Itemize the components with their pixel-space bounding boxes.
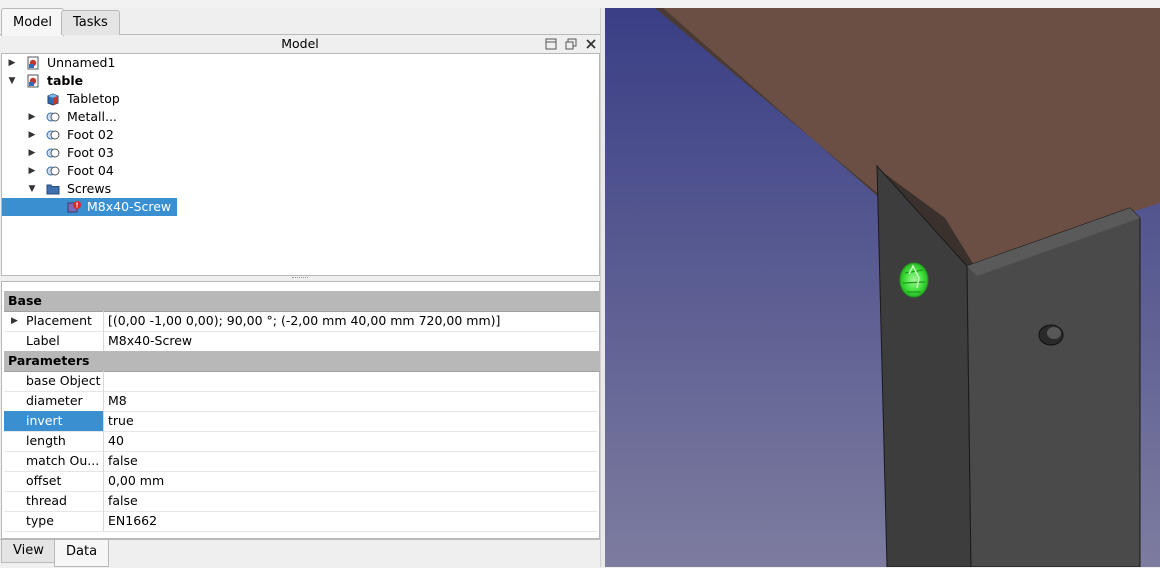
property-name: offset	[4, 471, 104, 491]
property-name-text: Placement	[26, 313, 92, 328]
property-value[interactable]: M8	[105, 391, 595, 411]
property-row[interactable]: length 40	[4, 431, 597, 452]
property-value[interactable]: [(0,00 -1,00 0,00); 90,00 °; (-2,00 mm 4…	[105, 311, 595, 331]
combo-tabs: Model Tasks	[0, 8, 600, 36]
property-name-text: offset	[26, 473, 62, 488]
collapse-icon[interactable]	[544, 37, 558, 51]
property-name-text: Label	[26, 333, 60, 348]
property-name: Label	[4, 331, 104, 351]
tree-item[interactable]: M8x40-Screw	[2, 198, 177, 216]
expand-right-icon[interactable]: ▶	[27, 126, 37, 144]
tree-item-label: Foot 03	[67, 145, 114, 160]
property-name: ▶ Placement	[4, 311, 104, 331]
property-value[interactable]: false	[105, 451, 595, 471]
property-editor[interactable]: Base ▶ Placement [(0,00 -1,00 0,00); 90,00 …	[1, 281, 601, 539]
property-name: length	[4, 431, 104, 451]
tab-view[interactable]: View	[1, 540, 56, 563]
tree-item-label: Metall...	[67, 109, 117, 124]
expand-right-icon[interactable]: ▶	[27, 144, 37, 162]
cube-icon	[46, 92, 60, 106]
property-value[interactable]: true	[105, 411, 595, 431]
float-icon[interactable]	[564, 37, 578, 51]
property-name: invert	[4, 411, 104, 431]
property-name: base Object	[4, 371, 104, 391]
tab-model[interactable]: Model	[1, 8, 65, 36]
tab-tasks[interactable]: Tasks	[61, 10, 120, 35]
tree-item[interactable]: ▶ Foot 03	[2, 144, 592, 162]
property-group-header[interactable]: Parameters	[4, 351, 601, 372]
property-group-header[interactable]: Base	[4, 291, 601, 312]
property-name-text: diameter	[26, 393, 83, 408]
expand-right-icon[interactable]: ▶	[7, 54, 17, 72]
screw-error-icon	[66, 200, 81, 214]
property-row[interactable]: thread false	[4, 491, 597, 512]
tree-item[interactable]: ▶ Unnamed1	[2, 54, 592, 72]
screw-model[interactable]	[899, 262, 929, 298]
document-icon	[26, 56, 40, 70]
tree-item-label: Foot 04	[67, 163, 114, 178]
property-name-text: match Ou...	[26, 453, 100, 468]
property-row[interactable]: type EN1662	[4, 511, 597, 532]
tree-item-label: Screws	[67, 181, 112, 196]
property-value[interactable]: EN1662	[105, 511, 595, 531]
model-tree[interactable]: ▶ Unnamed1 ▼ table Tabletop ▶ Metall... ▶ Foot 0…	[1, 53, 600, 276]
folder-icon	[46, 182, 60, 196]
property-name: type	[4, 511, 104, 531]
tree-item[interactable]: ▼ table	[2, 72, 592, 90]
property-name-text: base Object	[26, 373, 101, 388]
tree-item-label: Unnamed1	[47, 55, 116, 70]
property-name-text: type	[26, 513, 54, 528]
property-tabs: View Data	[0, 539, 600, 568]
panel-buttons	[544, 35, 598, 53]
property-name-text: length	[26, 433, 66, 448]
expand-right-icon[interactable]: ▶	[11, 311, 18, 331]
property-value[interactable]: 40	[105, 431, 595, 451]
expand-down-icon[interactable]: ▼	[27, 180, 37, 198]
property-row[interactable]: match Ou... false	[4, 451, 597, 472]
3d-viewport[interactable]	[605, 8, 1160, 567]
tree-item[interactable]: ▼ Screws	[2, 180, 592, 198]
tree-item-label: M8x40-Screw	[87, 199, 172, 214]
property-row[interactable]: Label M8x40-Screw	[4, 331, 597, 352]
property-row[interactable]: base Object	[4, 371, 597, 392]
array-icon	[46, 164, 60, 178]
property-row[interactable]: diameter M8	[4, 391, 597, 412]
property-value[interactable]: M8x40-Screw	[105, 331, 595, 351]
property-name: diameter	[4, 391, 104, 411]
tree-item-label: table	[47, 73, 84, 88]
array-icon	[46, 146, 60, 160]
tree-item[interactable]: ▶ Foot 02	[2, 126, 592, 144]
property-name-text: invert	[26, 413, 63, 428]
property-value[interactable]: 0,00 mm	[105, 471, 595, 491]
expand-right-icon[interactable]: ▶	[27, 108, 37, 126]
close-icon[interactable]	[584, 37, 598, 51]
panel-title: Model	[281, 36, 319, 51]
property-name: thread	[4, 491, 104, 511]
document-icon	[26, 74, 40, 88]
property-row[interactable]: invert true	[4, 411, 597, 432]
tree-item[interactable]: ▶ Foot 04	[2, 162, 592, 180]
array-icon	[46, 110, 60, 124]
property-value[interactable]: false	[105, 491, 595, 511]
property-name: match Ou...	[4, 451, 104, 471]
combo-view: Model Tasks Model ▶ Unnamed1 ▼ table Tableto…	[0, 8, 601, 568]
tree-item[interactable]: ▶ Metall...	[2, 108, 592, 126]
array-icon	[46, 128, 60, 142]
property-row[interactable]: ▶ Placement [(0,00 -1,00 0,00); 90,00 °; (…	[4, 311, 597, 332]
tab-data[interactable]: Data	[54, 540, 110, 567]
expand-down-icon[interactable]: ▼	[7, 72, 17, 90]
property-value[interactable]	[105, 371, 595, 391]
tree-item-label: Foot 02	[67, 127, 114, 142]
expand-right-icon[interactable]: ▶	[27, 162, 37, 180]
property-row[interactable]: offset 0,00 mm	[4, 471, 597, 492]
property-name-text: thread	[26, 493, 67, 508]
tree-item[interactable]: Tabletop	[2, 90, 592, 108]
tree-item-label: Tabletop	[67, 91, 120, 106]
